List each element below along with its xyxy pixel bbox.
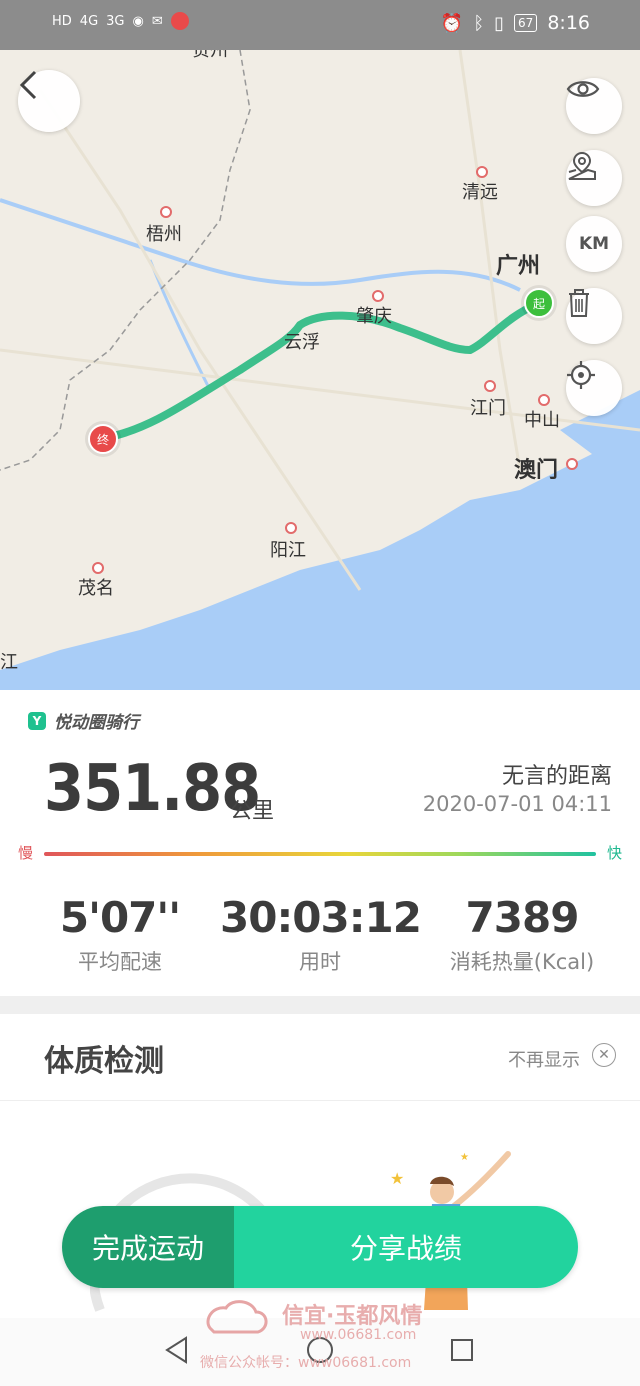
clock: 8:16 [547,12,590,34]
eye-icon [566,81,600,97]
city-label: 贺州 [192,50,228,61]
city-label: 梧州 [146,224,182,245]
signal-4g-icon: 4G [79,13,99,29]
km-marker-button[interactable]: KM [566,216,622,272]
city-label: 云浮 [284,332,320,353]
divider-line [0,1100,640,1101]
visibility-button[interactable] [566,78,622,134]
watermark-url: www.06681.com [300,1327,417,1343]
nav-recents-icon[interactable] [450,1338,474,1362]
brand-logo: Y 悦动圈骑行 [28,708,139,733]
city-label: 江门 [470,398,506,419]
wechat-icon: ✉ [151,13,163,29]
stat-duration: 30:03:12 用时 [220,893,422,976]
city-label: 中山 [524,410,560,431]
svg-text:★: ★ [390,1169,404,1188]
brand-icon: Y [28,711,46,730]
distance-unit: 公里 [230,799,275,824]
distance-value: 351.88 [44,752,261,826]
city-marker [160,206,172,218]
chevron-left-icon [19,70,37,100]
map-pin-icon [568,151,596,180]
status-left: HD 4G 3G ◉ ✉ [52,12,189,30]
bluetooth-icon: ᛒ [473,12,485,34]
status-right: ⏰ ᛒ ▯ 67 8:16 [441,12,590,34]
city-label: 清远 [462,182,498,203]
city-marker [484,380,496,392]
city-label: 茂名 [78,578,114,599]
map-style-button[interactable] [566,150,622,206]
city-label: 阳江 [270,540,306,561]
stat-value: 30:03:12 [220,893,422,942]
city-marker [538,394,550,406]
watermark-logo-icon [206,1300,268,1334]
city-marker [92,562,104,574]
bottom-action-bar: 完成运动 分享战绩 [62,1206,578,1288]
locate-icon [567,361,595,389]
city-label: 肇庆 [356,306,392,327]
battery-indicator: 67 [514,14,538,32]
city-label: 江 [0,652,18,673]
nav-back-icon[interactable] [164,1336,190,1364]
eye-care-icon: ◉ [132,13,144,29]
back-button[interactable] [18,70,80,132]
speed-fast-label: 快 [606,844,622,862]
hd-indicator: HD [52,13,72,29]
physique-title: 体质检测 [44,1044,164,1079]
section-divider [0,996,640,1014]
stat-label: 平均配速 [78,950,162,974]
stat-pace: 5'07'' 平均配速 [20,893,220,976]
city-label: 广州 [496,254,541,279]
city-marker [285,522,297,534]
stat-label: 用时 [299,950,341,974]
watermark-title: 信宜·玉都风情 [282,1304,423,1329]
trash-icon [569,289,589,317]
speed-gradient-bar [44,852,596,856]
svg-text:★: ★ [460,1152,469,1163]
app-notification-icon [170,12,189,30]
close-icon[interactable]: ✕ [592,1043,616,1067]
alarm-icon: ⏰ [440,12,464,34]
delete-button[interactable] [566,288,622,344]
start-marker[interactable]: 起 [524,288,554,318]
brand-name: 悦动圈骑行 [54,713,139,733]
stat-calories: 7389 消耗热量(Kcal) [422,893,622,976]
route-datetime: 2020-07-01 04:11 [422,792,612,816]
route-name: 无言的距离 [501,764,612,789]
finish-workout-button[interactable]: 完成运动 [62,1206,234,1288]
stat-value: 5'07'' [59,893,181,942]
signal-3g-icon: 3G [106,13,125,29]
km-icon: KM [578,234,610,254]
share-results-button[interactable]: 分享战绩 [234,1206,578,1288]
speed-slow-label: 慢 [18,844,34,862]
city-label: 澳门 [514,458,559,483]
status-bar: HD 4G 3G ◉ ✉ ⏰ ᛒ ▯ 67 8:16 [0,0,640,50]
locate-button[interactable] [566,360,622,416]
route-map[interactable]: 贺州 清远 梧州 广州 肇庆 云浮 江门 中山 澳门 阳江 茂名 江 起 终 K… [0,50,640,690]
watermark-wechat: 微信公众帐号：www06681.com [200,1355,412,1371]
city-marker [372,290,384,302]
stat-value: 7389 [465,893,580,942]
city-marker [476,166,488,178]
end-marker[interactable]: 终 [88,424,118,454]
dismiss-label[interactable]: 不再显示 [508,1046,580,1072]
vibrate-icon: ▯ [494,12,505,34]
stat-label: 消耗热量(Kcal) [449,950,595,974]
city-marker [566,458,578,470]
